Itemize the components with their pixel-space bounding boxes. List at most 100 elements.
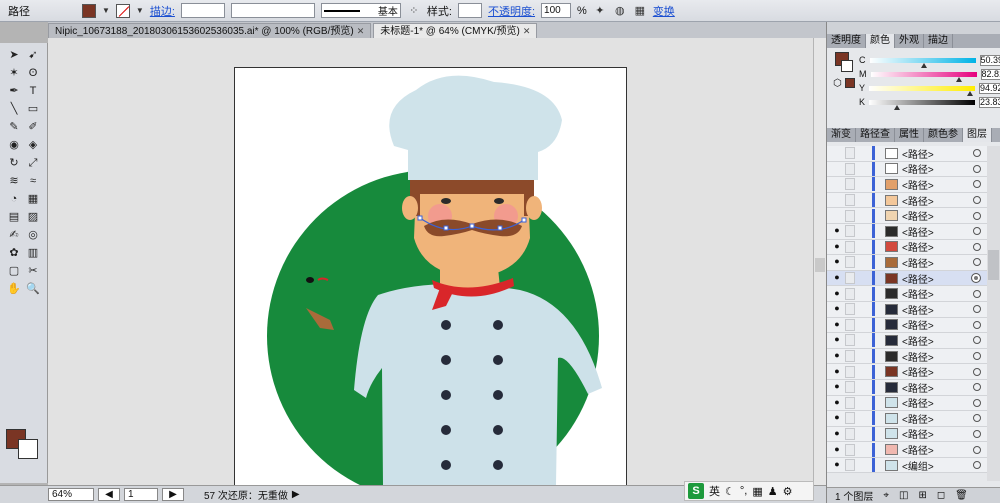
stroke-none-swatch[interactable]	[841, 60, 853, 72]
layer-name[interactable]: <路径>	[902, 302, 973, 317]
stroke-dropdown-icon[interactable]: ▼	[136, 6, 144, 15]
layer-row[interactable]: ● <路径>	[827, 286, 987, 302]
punctuation-icon[interactable]: °,	[740, 485, 747, 497]
layer-row[interactable]: ● <路径>	[827, 301, 987, 318]
ime-language-label[interactable]: 英	[709, 483, 720, 499]
color-panel-tab[interactable]: 颜色	[866, 34, 895, 48]
anchor-point[interactable]	[443, 225, 449, 231]
channel-value-input[interactable]: 23.83	[979, 96, 1000, 108]
layer-name[interactable]: <路径>	[902, 271, 971, 286]
layer-name[interactable]: <路径>	[902, 193, 973, 208]
target-icon[interactable]	[973, 258, 981, 267]
line-icon[interactable]: ╲	[5, 101, 23, 117]
slice-icon[interactable]: ✂	[24, 263, 42, 279]
channel-value-input[interactable]: 82.81	[980, 68, 1000, 80]
user-icon[interactable]: ♟	[768, 485, 778, 498]
slider-handle[interactable]	[893, 104, 900, 110]
layers-panel-tab[interactable]: 颜色参	[924, 128, 963, 142]
globe-icon[interactable]: ◍	[613, 4, 627, 18]
layers-scrollbar-thumb[interactable]	[988, 250, 999, 280]
layer-row[interactable]: <路径>	[827, 146, 987, 162]
target-icon[interactable]	[973, 398, 981, 407]
slider-handle[interactable]	[921, 62, 928, 68]
lock-toggle[interactable]	[845, 272, 855, 285]
eye-icon[interactable]: ●	[831, 459, 843, 471]
anchor-point[interactable]	[521, 217, 527, 223]
layers-panel-tab[interactable]: 渐变	[827, 128, 856, 142]
eye-icon[interactable]: ●	[831, 428, 843, 440]
paintbrush-icon[interactable]: ✎	[5, 119, 23, 135]
layer-name[interactable]: <路径>	[902, 146, 973, 161]
target-icon[interactable]	[973, 211, 981, 220]
graphic-style-dropdown[interactable]	[457, 3, 482, 18]
lock-toggle[interactable]	[845, 412, 855, 425]
eye-hidden-icon[interactable]	[831, 147, 843, 159]
slider-handle[interactable]	[955, 76, 962, 82]
lock-toggle[interactable]	[845, 459, 855, 472]
layer-row[interactable]: <路径>	[827, 177, 987, 193]
status-arrow-icon[interactable]: ▶	[292, 489, 300, 500]
magic-wand-icon[interactable]: ✶	[5, 65, 23, 81]
layer-row[interactable]: ● <路径>	[827, 348, 987, 365]
target-icon[interactable]	[973, 445, 981, 454]
shape-builder-icon[interactable]: ◔	[5, 191, 23, 207]
lock-toggle[interactable]	[845, 147, 855, 160]
lock-toggle[interactable]	[845, 318, 855, 331]
eye-icon[interactable]: ●	[831, 303, 843, 315]
eye-icon[interactable]: ●	[831, 334, 843, 346]
rectangle-icon[interactable]: ▭	[24, 101, 42, 117]
stroke-swatch-tool[interactable]	[18, 439, 38, 459]
layer-row[interactable]: ● <路径>	[827, 270, 995, 287]
fill-dropdown-icon[interactable]: ▼	[102, 6, 110, 15]
layer-row[interactable]: <路径>	[827, 208, 987, 224]
new-layer-icon[interactable]: ◻	[937, 490, 945, 501]
target-icon[interactable]	[973, 461, 981, 470]
lock-toggle[interactable]	[845, 381, 855, 394]
lock-toggle[interactable]	[845, 334, 855, 347]
lock-toggle[interactable]	[845, 427, 855, 440]
eye-icon[interactable]: ●	[831, 381, 843, 393]
width-icon[interactable]: ≋	[5, 173, 23, 189]
stroke-label[interactable]: 描边:	[150, 3, 175, 19]
artboard-nav-first[interactable]: ◀	[98, 488, 120, 501]
layer-row[interactable]: ● <路径>	[827, 364, 987, 380]
stroke-weight-input[interactable]	[180, 3, 225, 18]
zoom-icon[interactable]: 🔍	[24, 281, 42, 297]
layer-row[interactable]: ● <路径>	[827, 223, 987, 240]
color-swatch-small[interactable]	[845, 78, 855, 88]
ime-toolbar[interactable]: S 英 ☾ °, ▦ ♟ ⚙	[684, 481, 814, 501]
channel-slider[interactable]	[869, 99, 976, 110]
layer-row[interactable]: ● <编组>	[827, 457, 987, 474]
delete-icon[interactable]: 🗑	[955, 490, 968, 501]
mesh-icon[interactable]: ▤	[5, 209, 23, 225]
layer-name[interactable]: <路径>	[902, 239, 973, 254]
lock-toggle[interactable]	[845, 365, 855, 378]
eye-icon[interactable]: ●	[831, 412, 843, 424]
layer-name[interactable]: <路径>	[902, 364, 973, 379]
target-icon[interactable]	[973, 367, 981, 376]
target-icon[interactable]	[973, 149, 981, 158]
scale-icon[interactable]: ⤢	[24, 155, 42, 171]
blob-brush-icon[interactable]: ◉	[5, 137, 23, 153]
eye-icon[interactable]: ●	[831, 256, 843, 268]
stroke-swatch[interactable]	[115, 3, 130, 18]
sogou-icon[interactable]: S	[688, 483, 704, 499]
layer-name[interactable]: <路径>	[902, 208, 973, 223]
keyboard-icon[interactable]: ▦	[752, 485, 762, 498]
target-icon[interactable]	[973, 196, 981, 205]
eye-icon[interactable]: ●	[831, 366, 843, 378]
symbol-sprayer-icon[interactable]: ✿	[5, 245, 23, 261]
cube-icon[interactable]: ⬡	[833, 78, 842, 89]
layers-panel-tab[interactable]: 路径查	[856, 128, 895, 142]
color-panel-tab[interactable]: 透明度	[827, 34, 866, 48]
fill-swatch[interactable]	[82, 3, 96, 18]
direct-selection-icon[interactable]: ➹	[24, 47, 42, 63]
layer-name[interactable]: <路径>	[902, 349, 973, 364]
eye-hidden-icon[interactable]	[831, 163, 843, 175]
hand-icon[interactable]: ✋	[5, 281, 23, 297]
expand-icon[interactable]: ⁘	[407, 4, 421, 18]
eyedropper-icon[interactable]: ✍	[5, 227, 23, 243]
target-icon[interactable]	[973, 242, 981, 251]
eraser-icon[interactable]: ◈	[24, 137, 42, 153]
layer-name[interactable]: <路径>	[902, 286, 973, 301]
